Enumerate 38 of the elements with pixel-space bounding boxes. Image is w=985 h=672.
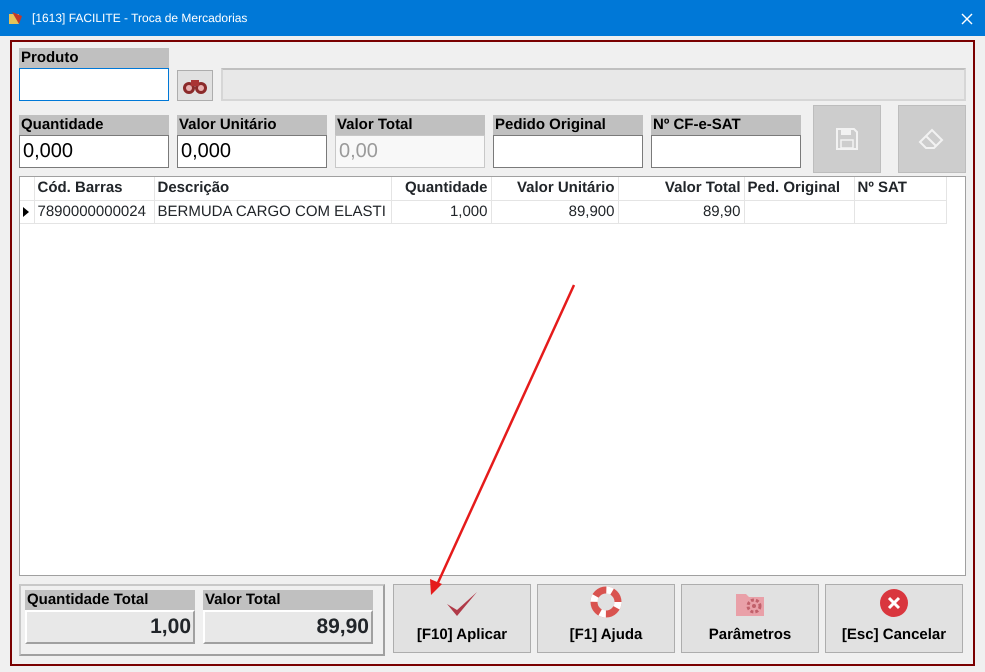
- input-field[interactable]: 0,000: [177, 135, 327, 168]
- field-label: Valor Total: [335, 115, 485, 135]
- input-field[interactable]: [651, 135, 801, 168]
- column-header[interactable]: Cód. Barras: [34, 177, 154, 200]
- column-header[interactable]: Quantidade: [391, 177, 491, 200]
- action-button[interactable]: [F1] Ajuda: [537, 584, 675, 653]
- table-cell: 1,000: [391, 200, 491, 224]
- lifebuoy-icon: [590, 586, 622, 618]
- field-label: Pedido Original: [493, 115, 643, 135]
- product-input-field[interactable]: [19, 68, 169, 101]
- input-field[interactable]: 0,000: [19, 135, 169, 168]
- table-cell: 89,900: [491, 200, 618, 224]
- column-header[interactable]: Nº SAT: [854, 177, 946, 200]
- window-title: [1613] FACILITE - Troca de Mercadorias: [32, 10, 248, 27]
- field-label: Quantidade: [19, 115, 169, 135]
- close-icon: [961, 13, 973, 26]
- field-label: Valor Unitário: [177, 115, 327, 135]
- action-button[interactable]: Parâmetros: [681, 584, 819, 653]
- table-cell: BERMUDA CARGO COM ELASTI: [154, 200, 391, 224]
- total-value: 1,00: [25, 610, 195, 644]
- binoculars-button[interactable]: [177, 70, 213, 101]
- checkmark-icon: [445, 590, 479, 618]
- column-header[interactable]: Descrição: [154, 177, 391, 200]
- input-field[interactable]: [493, 135, 643, 168]
- field-label: Nº CF-e-SAT: [651, 115, 801, 135]
- total-label: Valor Total: [203, 590, 373, 610]
- column-header[interactable]: Valor Total: [618, 177, 744, 200]
- app-icon: [8, 10, 24, 26]
- total-value: 89,90: [203, 610, 373, 644]
- column-header[interactable]: Valor Unitário: [491, 177, 618, 200]
- column-header[interactable]: Ped. Original: [744, 177, 854, 200]
- cancel-icon: [879, 588, 909, 618]
- total-label: Quantidade Total: [25, 590, 195, 610]
- action-button[interactable]: [Esc] Cancelar: [825, 584, 963, 653]
- table-cell: 89,90: [618, 200, 744, 224]
- action-button[interactable]: [F10] Aplicar: [393, 584, 531, 653]
- field-label: Produto: [19, 48, 169, 68]
- table-cell: 7890000000024: [34, 200, 154, 224]
